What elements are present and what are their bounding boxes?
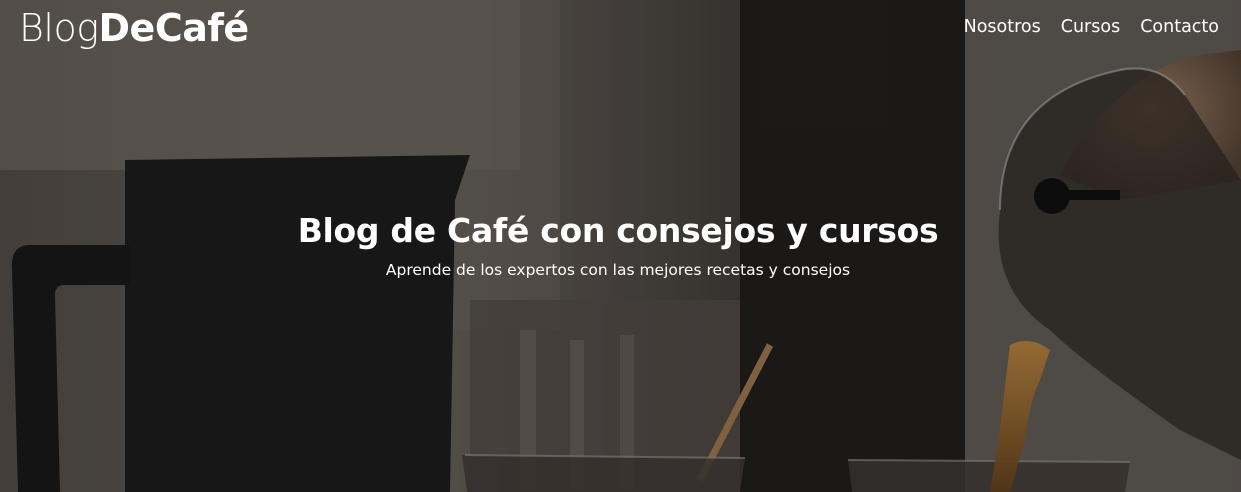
hero-subtitle: Aprende de los expertos con las mejores … [385, 261, 851, 279]
nav-link-nosotros[interactable]: Nosotros [964, 13, 1041, 41]
main-navigation: Nosotros Cursos Contacto [964, 13, 1219, 41]
nav-link-contacto[interactable]: Contacto [1140, 13, 1219, 41]
site-header: BlogDeCafé Nosotros Cursos Contacto [0, 0, 1241, 60]
site-logo[interactable]: BlogDeCafé [19, 4, 249, 52]
logo-text-light: Blog [19, 6, 99, 50]
hero-title: Blog de Café con consejos y cursos [297, 211, 939, 250]
hero-section: BlogDeCafé Nosotros Cursos Contacto Blog… [0, 0, 1241, 492]
logo-text-bold: DeCafé [98, 6, 250, 50]
nav-link-cursos[interactable]: Cursos [1061, 13, 1120, 41]
